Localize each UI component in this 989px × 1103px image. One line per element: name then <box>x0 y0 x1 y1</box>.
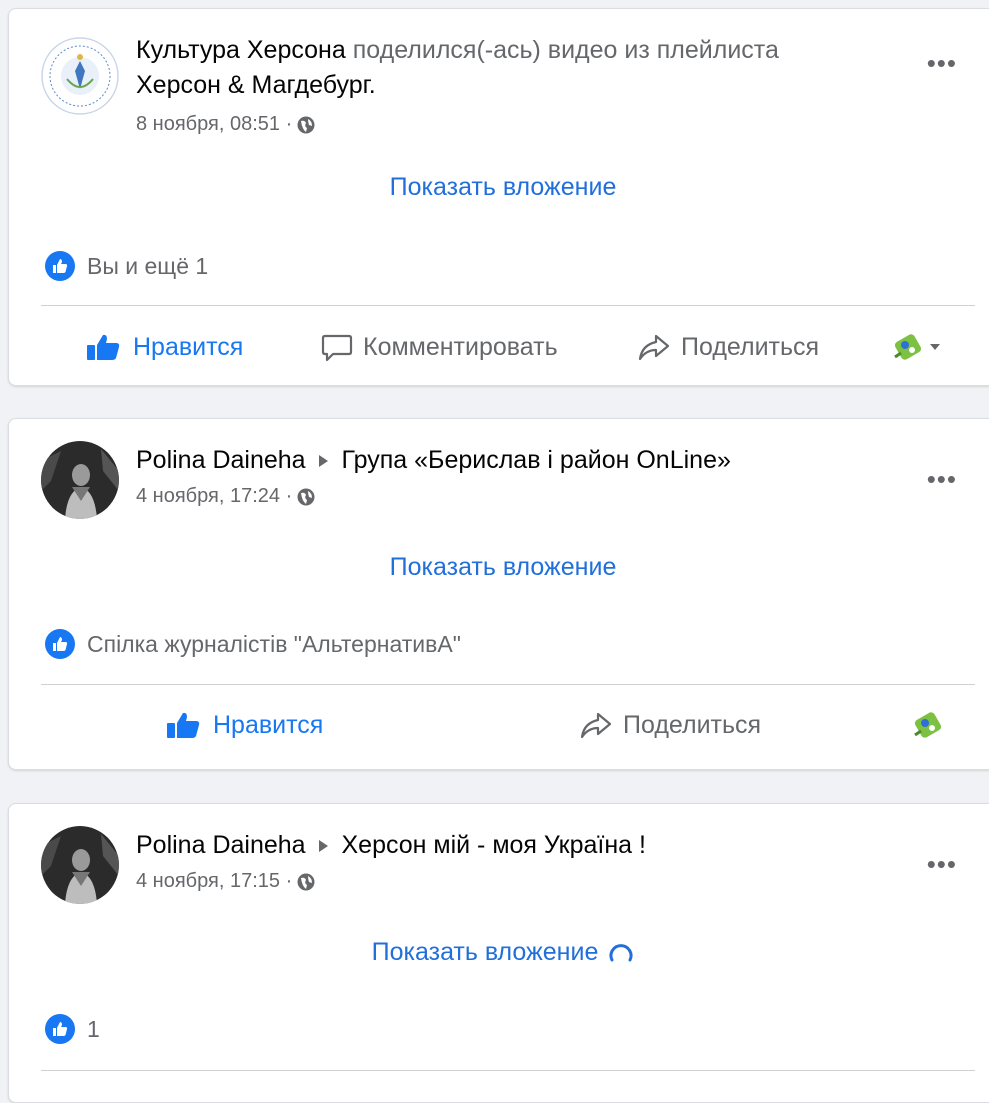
more-options-icon[interactable]: ••• <box>927 50 957 76</box>
like-button-label: Нравится <box>213 710 324 739</box>
reactions-summary[interactable]: Вы и ещё 1 <box>45 251 208 281</box>
playlist-link[interactable]: Херсон & Магдебург. <box>136 71 376 99</box>
author-name[interactable]: Polina Daineha <box>136 446 306 474</box>
reactions-summary[interactable]: Спілка журналістів "АльтернативА" <box>45 629 461 659</box>
post-timestamp[interactable]: 4 ноября, 17:15 · <box>136 870 292 893</box>
caret-down-icon <box>930 344 940 350</box>
group-link[interactable]: Херсон мій - моя Україна ! <box>341 831 645 859</box>
post-card: Культура Херсона поделился(-ась) видео и… <box>8 8 989 386</box>
arrow-right-icon <box>318 455 328 467</box>
post-action-text: поделился(-ась) видео из плейлиста <box>352 36 779 64</box>
thumbs-up-icon <box>87 334 120 360</box>
post-header: Polina Daineha Група «Берислав і район O… <box>136 443 877 478</box>
show-attachment-label: Показать вложение <box>371 938 599 966</box>
loading-spinner-icon <box>609 943 633 961</box>
sticker-selector[interactable] <box>891 331 941 363</box>
reactions-text: 1 <box>87 1015 100 1042</box>
sticker-selector[interactable] <box>911 709 945 741</box>
comment-icon <box>321 334 353 362</box>
post-header: Polina Daineha Херсон мій - моя Україна … <box>136 828 877 863</box>
like-badge-icon <box>45 251 75 281</box>
more-options-icon[interactable]: ••• <box>927 851 957 877</box>
avatar[interactable] <box>41 37 119 115</box>
post-header: Культура Херсона поделился(-ась) видео и… <box>136 33 877 103</box>
globe-icon <box>297 488 315 505</box>
post-timestamp[interactable]: 4 ноября, 17:24 · <box>136 485 292 508</box>
divider <box>41 305 975 306</box>
share-button-label: Поделиться <box>681 332 820 361</box>
show-attachment-link[interactable]: Показать вложение <box>9 173 989 202</box>
divider <box>41 684 975 685</box>
show-attachment-label: Показать вложение <box>389 553 617 581</box>
share-button[interactable]: Поделиться <box>579 695 761 755</box>
action-bar: Нравится Поделиться <box>41 695 975 755</box>
reactions-text: Вы и ещё 1 <box>87 252 209 279</box>
like-button[interactable]: Нравится <box>165 695 323 755</box>
action-bar: Нравится Комментировать Поделиться <box>41 317 975 377</box>
post-time-row: 8 ноября, 08:51 · <box>136 113 316 136</box>
avatar[interactable] <box>41 826 119 904</box>
reactions-text: Спілка журналістів "АльтернативА" <box>87 630 461 657</box>
comment-button[interactable]: Комментировать <box>321 317 558 377</box>
globe-icon <box>297 873 315 890</box>
avatar[interactable] <box>41 441 119 519</box>
show-attachment-link[interactable]: Показать вложение <box>9 553 989 582</box>
globe-icon <box>297 116 315 133</box>
thumbs-up-icon <box>167 712 200 738</box>
show-attachment-link[interactable]: Показать вложение <box>9 938 989 967</box>
arrow-right-icon <box>318 840 328 852</box>
like-button[interactable]: Нравится <box>85 317 243 377</box>
share-icon <box>580 712 612 739</box>
post-time-row: 4 ноября, 17:24 · <box>136 485 316 508</box>
reactions-summary[interactable]: 1 <box>45 1014 100 1044</box>
post-time-row: 4 ноября, 17:15 · <box>136 870 316 893</box>
post-card: Polina Daineha Група «Берислав і район O… <box>8 418 989 770</box>
author-name[interactable]: Polina Daineha <box>136 831 306 859</box>
sticker-icon <box>894 334 922 360</box>
author-name[interactable]: Культура Херсона <box>136 36 346 64</box>
show-attachment-label: Показать вложение <box>389 173 617 201</box>
more-options-icon[interactable]: ••• <box>927 466 957 492</box>
group-link[interactable]: Група «Берислав і район OnLine» <box>341 446 730 474</box>
sticker-icon <box>914 712 942 738</box>
share-icon <box>638 334 670 361</box>
comment-button-label: Комментировать <box>363 332 558 361</box>
like-button-label: Нравится <box>133 332 244 361</box>
like-badge-icon <box>45 629 75 659</box>
share-button-label: Поделиться <box>623 710 762 739</box>
share-button[interactable]: Поделиться <box>637 317 819 377</box>
divider <box>41 1070 975 1071</box>
post-card: Polina Daineha Херсон мій - моя Україна … <box>8 803 989 1103</box>
like-badge-icon <box>45 1014 75 1044</box>
post-timestamp[interactable]: 8 ноября, 08:51 · <box>136 113 292 136</box>
